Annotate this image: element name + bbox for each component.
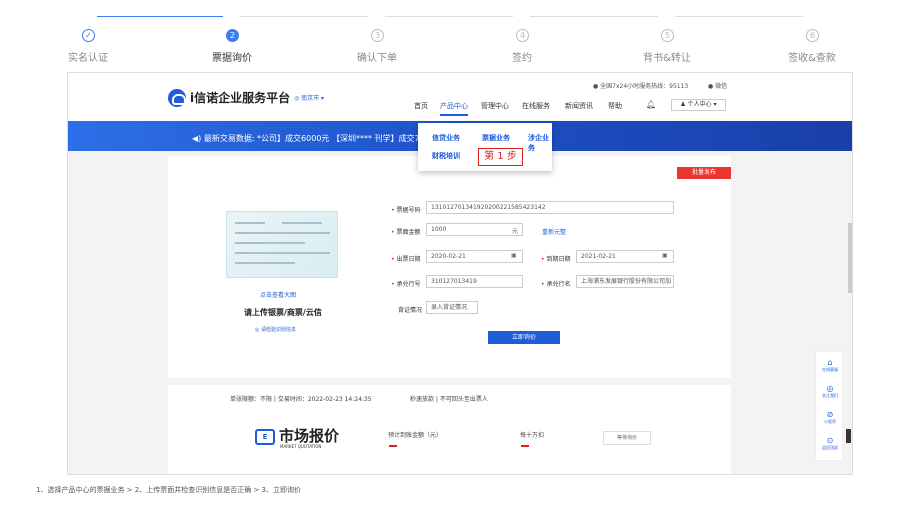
menu-tax-training[interactable]: 财税培训 [432, 151, 460, 161]
endorse-label: 背证情况 [398, 307, 423, 314]
bank-no-label: • 承兑行号 [391, 281, 421, 288]
issue-date-label: • 出票日期 [391, 256, 421, 263]
step-number: 3 [371, 29, 384, 42]
menu-credit[interactable]: 信贷业务 [432, 133, 460, 143]
step-number: 2 [226, 29, 239, 42]
step-line [675, 16, 803, 17]
bell-icon[interactable]: 🔔︎ [646, 100, 656, 109]
check-info-link[interactable]: ◎ 请检验识别信息 [255, 326, 296, 333]
site-header: i信诺企业服务平台 ◎ 南京市 ▾ ● 全国7x24小时服务热线：95113 ●… [68, 73, 852, 121]
bank-no-input[interactable]: 310127013419 [426, 275, 523, 288]
nav-news[interactable]: 新闻资讯 [565, 101, 593, 111]
menu-enterprise[interactable]: 涉企业务 [528, 133, 552, 153]
logo-icon [168, 89, 186, 107]
step-label: 签约 [512, 53, 532, 64]
hotline-text: ● 全国7x24小时服务热线：95113 [593, 83, 689, 90]
step-label: 确认下单 [357, 53, 397, 64]
limit-info: 单张限额：不限 | 交易时间：2022-02-23 14:24:35 [230, 396, 372, 403]
expected-amount-value [389, 445, 397, 447]
calendar-icon[interactable]: ▣ [662, 252, 668, 259]
check-icon: ✓ [82, 29, 95, 42]
market-subtitle: MARKET QUOTATION [280, 444, 322, 449]
step-number: 6 [806, 29, 819, 42]
amount-input[interactable]: 1000 [426, 223, 523, 236]
menu-bill-business[interactable]: 票据业务 [482, 133, 510, 143]
expected-amount-label: 预计到账金额（元） [388, 432, 443, 439]
city-selector[interactable]: ◎ 南京市 ▾ [294, 93, 324, 102]
nav-product-center[interactable]: 产品中心 [440, 101, 468, 116]
arrow-up-icon: ⊙ [826, 436, 834, 445]
side-handle[interactable] [846, 429, 851, 443]
nav-management[interactable]: 管理中心 [481, 101, 509, 111]
progress-steps: ✓ 实名认证 2 票据询价 3 确认下单 4 签约 5 背书&转让 6 签收&查款 [0, 0, 900, 70]
bill-image[interactable] [226, 211, 338, 278]
bill-no-label: • 票据号码 [391, 207, 421, 214]
step-label: 票据询价 [212, 53, 252, 64]
market-title: 市场报价 [279, 427, 340, 445]
scrollbar[interactable] [848, 223, 852, 293]
step-label: 背书&转让 [643, 53, 691, 64]
mini-program-button[interactable]: ⊘ 小程序 [816, 410, 844, 425]
follow-icon: ◎ [826, 384, 834, 393]
issue-date-input[interactable]: 2020-02-21 [426, 250, 523, 263]
amount-label: • 票面金额 [391, 229, 421, 236]
step-line [240, 16, 368, 17]
view-large-link[interactable]: 点击查看大图 [260, 290, 296, 299]
upload-label[interactable]: 请上传银票/商票/云信 [244, 307, 322, 318]
restrict-info: 秒速放款 | 不可回头至出票人 [410, 396, 488, 403]
step-number: 5 [661, 29, 674, 42]
user-center-button[interactable]: ♟ 个人中心 ▾ [671, 99, 726, 111]
brand-name: i信诺企业服务平台 [190, 91, 291, 105]
nav-help[interactable]: 帮助 [608, 101, 622, 111]
bill-no-input[interactable]: 131012701341920200221585423142 [426, 201, 674, 214]
due-date-label: • 到期日期 [541, 256, 571, 263]
instruction-footer: 1、选择产品中心的票据业务 > 2、上传票面并检查识别信息是否正确 > 3、立即… [36, 486, 301, 494]
per-100k-value [521, 445, 529, 447]
screenshot-frame: i信诺企业服务平台 ◎ 南京市 ▾ ● 全国7x24小时服务热线：95113 ●… [67, 72, 853, 475]
step-line [530, 16, 658, 17]
inquire-now-button[interactable]: 立即询价 [488, 331, 560, 344]
online-service-button[interactable]: ⌂ 在线客服 [816, 358, 844, 373]
endorse-button[interactable]: 录入背证情况 [426, 301, 478, 314]
amount-unit: 元 [512, 228, 519, 235]
calendar-icon[interactable]: ▣ [511, 252, 517, 259]
step-line [97, 16, 223, 17]
follow-us-button[interactable]: ◎ 关注我们 [816, 384, 844, 399]
floating-toolbar: ⌂ 在线客服 ◎ 关注我们 ⊘ 小程序 ⊙ 返回顶部 [815, 351, 843, 461]
bank-name-input[interactable]: 上海浦东发展银行股份有限公司加 [576, 275, 674, 288]
step-number: 4 [516, 29, 529, 42]
due-date-input[interactable]: 2021-02-21 [576, 250, 674, 263]
batch-publish-tag[interactable]: 批量发布 [677, 167, 731, 179]
nav-online-service[interactable]: 在线服务 [522, 101, 550, 111]
nav-home[interactable]: 首页 [414, 101, 428, 111]
step-label: 实名认证 [68, 53, 108, 64]
per-100k-label: 每十万扣 [520, 432, 545, 439]
round-amount-link[interactable]: 重新元整 [542, 227, 566, 236]
step-label: 签收&查款 [788, 53, 836, 64]
mini-program-icon: ⊘ [826, 410, 834, 419]
step-line [385, 16, 513, 17]
back-to-top-button[interactable]: ⊙ 返回顶部 [816, 436, 844, 451]
headset-icon: ⌂ [827, 358, 833, 367]
wait-quote-button[interactable]: 等待询价 [603, 431, 651, 445]
wechat-link[interactable]: ● 微信 [708, 81, 727, 90]
market-icon: E [255, 429, 275, 445]
bank-name-label: • 承兑行名 [541, 281, 571, 288]
step-annotation: 第 1 步 [478, 148, 523, 166]
